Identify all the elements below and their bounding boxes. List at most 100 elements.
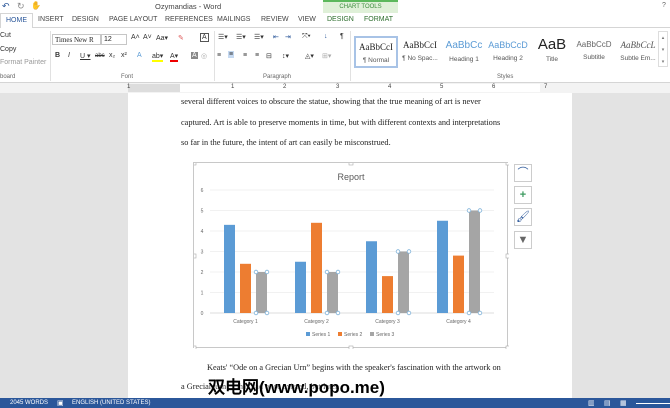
shrink-font-icon[interactable]: A˅: [143, 34, 152, 41]
zoom-slider[interactable]: [636, 403, 670, 404]
selection-handle: [406, 249, 412, 254]
grow-font-icon[interactable]: A˄: [131, 34, 140, 41]
superscript-icon[interactable]: x²: [121, 52, 127, 59]
selection-handle: [406, 310, 412, 316]
tab-design[interactable]: DESIGN: [72, 16, 99, 23]
style-heading-2[interactable]: AaBbCcD Heading 2: [486, 36, 530, 68]
chart-tools-label: CHART TOOLS: [339, 4, 382, 10]
numbering-icon[interactable]: ☰▾: [236, 33, 246, 41]
chart-elements-button[interactable]: +: [514, 186, 532, 204]
chart-styles-button[interactable]: 🖌: [514, 208, 532, 226]
proofing-icon[interactable]: ▣: [57, 399, 64, 407]
touch-mode-icon[interactable]: ✋: [31, 1, 41, 10]
undo-icon[interactable]: ↶: [2, 1, 10, 12]
multilevel-list-icon[interactable]: ☰▾: [254, 33, 264, 41]
body-text-line: Keats' “Ode on a Grecian Urn” begins wit…: [207, 363, 501, 372]
tab-view[interactable]: VIEW: [298, 16, 316, 23]
web-layout-icon[interactable]: ▦: [620, 399, 627, 407]
selection-handle: [335, 310, 341, 316]
ribbon-tabs: HOME INSERT DESIGN PAGE LAYOUT REFERENCE…: [0, 13, 670, 29]
selection-handle: [264, 310, 270, 316]
watermark: 双电网(www.popo.me): [208, 378, 385, 397]
justify-icon[interactable]: ≡: [255, 52, 259, 59]
bar: [437, 220, 448, 313]
chart-object[interactable]: Report 0 1 2 3 4 5 6 Category 1 Category 2 Categor…: [191, 160, 511, 351]
print-layout-icon[interactable]: ▤: [604, 399, 611, 407]
language-status[interactable]: ENGLISH (UNITED STATES): [72, 400, 150, 406]
paragraph-shading-icon[interactable]: ◬▾: [305, 52, 314, 60]
tab-mailings[interactable]: MAILINGS: [217, 16, 250, 23]
legend-label: Series 3: [376, 332, 395, 338]
selection-handle: [253, 269, 259, 275]
style-subtle-emphasis[interactable]: AaBbCcL Subtle Em...: [616, 36, 660, 68]
tab-references[interactable]: REFERENCES: [165, 16, 213, 23]
style-normal[interactable]: AaBbCcI ¶ Normal: [354, 36, 398, 68]
character-border-icon[interactable]: A: [200, 33, 209, 42]
line-spacing-icon[interactable]: ↕▾: [282, 52, 289, 60]
selection-handle: [477, 310, 483, 316]
legend-swatch: [306, 332, 310, 336]
subscript-icon[interactable]: x₂: [109, 52, 115, 59]
distributed-icon[interactable]: ⊟: [266, 52, 272, 60]
tab-page-layout[interactable]: PAGE LAYOUT: [109, 16, 157, 23]
read-mode-icon[interactable]: ▥: [588, 399, 595, 407]
bullets-icon[interactable]: ☰▾: [218, 33, 228, 41]
highlight-icon[interactable]: ab▾: [152, 52, 164, 62]
tab-chart-format[interactable]: FORMAT: [364, 16, 393, 23]
selection-handle: [395, 310, 401, 316]
style-title[interactable]: AaB Title: [530, 36, 574, 68]
increase-indent-icon[interactable]: ⇥: [285, 33, 291, 41]
enclose-icon[interactable]: ◎: [201, 52, 207, 60]
selection-handle: [324, 310, 330, 316]
redo-icon[interactable]: ↻: [17, 1, 25, 12]
selection-handle: [466, 310, 472, 316]
styles-group-label: Styles: [497, 74, 514, 80]
borders-icon[interactable]: ⊞▾: [322, 52, 331, 60]
styles-scroll[interactable]: ▴ ▾ ▾: [658, 31, 668, 67]
word-count[interactable]: 2045 WORDS: [10, 400, 48, 406]
font-size-input[interactable]: 12: [101, 34, 127, 45]
text-direction-icon[interactable]: ⤧▾: [302, 33, 311, 41]
help-button[interactable]: ?: [662, 2, 666, 9]
chart-filters-button[interactable]: ▼: [514, 231, 532, 249]
decrease-indent-icon[interactable]: ⇤: [273, 33, 279, 41]
tab-chart-design[interactable]: DESIGN: [327, 16, 354, 23]
bar: [295, 261, 306, 313]
tab-review[interactable]: REVIEW: [261, 16, 289, 23]
format-painter-button[interactable]: Format Painter: [0, 59, 46, 66]
shading-icon[interactable]: A: [191, 52, 198, 59]
selection-handle: [477, 208, 483, 213]
strikethrough-icon[interactable]: abc: [95, 53, 105, 59]
underline-icon[interactable]: U ▾: [80, 52, 91, 60]
bar: [327, 272, 338, 313]
sort-icon[interactable]: ↓: [324, 33, 328, 40]
y-tick-label: 0: [201, 311, 204, 317]
bold-icon[interactable]: B: [55, 52, 60, 59]
layout-options-button[interactable]: ⌒: [514, 164, 532, 182]
bar: [453, 255, 464, 313]
legend-label: Series 2: [344, 332, 363, 338]
change-case-icon[interactable]: Aa▾: [156, 34, 168, 42]
selection-handle: [324, 269, 330, 275]
style-heading-1[interactable]: AaBbCc Heading 1: [442, 36, 486, 68]
align-right-icon[interactable]: ≡: [243, 52, 247, 59]
copy-button[interactable]: Copy: [0, 46, 16, 53]
horizontal-ruler[interactable]: 1 1 2 3 4 5 6 7: [0, 83, 670, 93]
tab-insert[interactable]: INSERT: [38, 16, 64, 23]
paragraph-group-label: Paragraph: [263, 74, 292, 80]
font-name-input[interactable]: Times New R: [52, 34, 101, 45]
italic-icon[interactable]: I: [68, 52, 70, 59]
clear-formatting-icon[interactable]: ✎: [178, 34, 184, 42]
align-center-icon[interactable]: ≡: [228, 51, 235, 58]
tab-home[interactable]: HOME: [0, 13, 33, 29]
align-left-icon[interactable]: ≡: [217, 52, 221, 59]
legend-swatch: [338, 332, 342, 336]
style-no-spacing[interactable]: AaBbCcI ¶ No Spac...: [398, 36, 442, 68]
text-effects-icon[interactable]: A: [137, 52, 142, 59]
resize-handle: [348, 345, 354, 351]
style-subtitle[interactable]: AaBbCcD Subtitle: [572, 36, 616, 68]
resize-handle: [191, 160, 197, 166]
show-formatting-icon[interactable]: ¶: [340, 33, 344, 40]
cut-button[interactable]: Cut: [0, 32, 11, 39]
font-color-icon[interactable]: A▾: [170, 52, 179, 62]
